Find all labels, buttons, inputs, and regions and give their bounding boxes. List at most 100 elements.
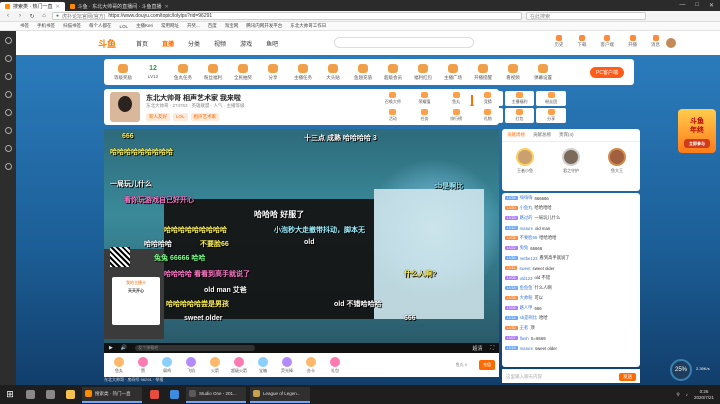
pc-client-button[interactable]: PC客户端 (590, 66, 624, 78)
game-icon[interactable] (4, 145, 12, 152)
gift-item[interactable]: 鱼丸 (110, 356, 128, 374)
room-tag[interactable]: 相声艺术家 (190, 113, 220, 121)
bookmark-item[interactable]: 东北大帅哥工作日 (290, 23, 326, 29)
bookmark-item[interactable]: 常用网址 (161, 23, 179, 29)
chat-username[interactable]: mature (520, 226, 533, 231)
bookmark-item[interactable]: 主播Keri (136, 23, 153, 29)
room-tool[interactable]: 任务 (409, 108, 440, 123)
minimize-button[interactable]: — (679, 2, 685, 9)
chat-username[interactable]: 路过的 (520, 215, 533, 221)
tool-item[interactable]: 主播任务 (292, 63, 314, 81)
recharge-button[interactable]: 充值 (479, 360, 495, 370)
rank-user[interactable]: 君之守护 (562, 148, 580, 174)
tool-item[interactable]: 弹幕设置 (532, 63, 554, 81)
rank-user[interactable]: 鱼大王 (608, 148, 626, 174)
settings-icon[interactable] (4, 163, 12, 170)
browser-tab[interactable]: 斗鱼 · 东北大帅哥的直播间 · 斗鱼直播 ✕ (65, 2, 174, 11)
bookmark-item[interactable]: 书签 (20, 23, 29, 29)
client-button[interactable]: 客户端 (601, 35, 614, 48)
gift-item[interactable]: 宝箱 (254, 356, 272, 374)
back-icon[interactable]: ‹ (4, 13, 12, 19)
video-player[interactable]: 我的主播卡 天天开心 666 十三点 成熟 哈哈哈哈 3 哈哈哈哈哈哈哈哈哈 一… (104, 129, 499, 353)
tool-item[interactable]: 分享 (262, 63, 284, 81)
url-field[interactable]: ● 虎扑论坛官网(官方) https://www.douyu.com/topic… (52, 12, 522, 20)
room-tool[interactable]: 主播福利 (504, 91, 535, 106)
tool-item[interactable]: 开播提醒 (472, 63, 494, 81)
chat-username[interactable]: old123 (520, 276, 533, 281)
site-logo[interactable]: 斗鱼 (98, 37, 116, 50)
chat-input[interactable]: 这里输入聊天内容 (506, 374, 542, 380)
tool-item[interactable]: 大头贴 (322, 63, 344, 81)
send-button[interactable]: 发送 (619, 372, 636, 381)
room-tool[interactable]: 活动 (378, 108, 408, 123)
bookmark-item[interactable]: 开奖... (187, 23, 200, 29)
quality-select[interactable]: 超清 (472, 345, 482, 352)
home-icon[interactable]: ⌂ (40, 13, 48, 19)
chat-username[interactable]: 大帅粉 (520, 295, 533, 301)
danmu-input[interactable]: 发个弹幕吧 (135, 345, 256, 351)
bookmark-item[interactable]: 手机书签 (37, 23, 55, 29)
network-icon[interactable]: ⚲ (676, 392, 679, 398)
tool-item[interactable]: 全民抽奖 (232, 63, 254, 81)
tool-item[interactable]: 鱼丸任务 (172, 63, 194, 81)
tab-total-rank[interactable]: 贡献总榜 (533, 132, 551, 138)
promo-banner[interactable]: 斗鱼 年终 立即参与 (678, 109, 716, 153)
tab-close-icon[interactable]: ✕ (55, 4, 59, 10)
gift-item[interactable]: 火箭 (206, 356, 224, 374)
nav-games[interactable]: 游戏 (240, 39, 252, 48)
chat-username[interactable]: netbe123 (520, 256, 538, 261)
promo-button[interactable]: 立即参与 (684, 139, 710, 148)
tool-item[interactable]: 看视频 (502, 63, 524, 81)
chat-username[interactable]: 小鱼丸 (520, 205, 533, 211)
bookmark-item[interactable]: 腾讯内网开发平台 (246, 23, 282, 29)
mail-icon[interactable] (4, 127, 12, 134)
tool-item[interactable]: 超级会员 (382, 63, 404, 81)
browser-tab-active[interactable]: 搜索类 · 热门一直 ✕ (0, 2, 65, 11)
tool-item[interactable]: 等级奖励 (112, 63, 134, 81)
bookmark-item[interactable]: 淘宝网 (225, 23, 239, 29)
network-monitor-bubble[interactable]: 25% (670, 359, 692, 381)
chat-username[interactable]: flash (520, 336, 529, 341)
gift-item[interactable]: 弱鸡 (158, 356, 176, 374)
maximize-button[interactable]: □ (695, 2, 699, 9)
chat-username[interactable]: 兔兔 (520, 245, 529, 251)
chat-username[interactable]: 路人甲 (520, 305, 533, 311)
bookmark-item[interactable]: LOL (120, 24, 129, 29)
tab-close-icon[interactable]: ✕ (165, 4, 169, 10)
site-search-input[interactable] (334, 37, 474, 48)
history-button[interactable]: 历史 (555, 35, 564, 48)
chat-username[interactable]: sb是啊比 (520, 315, 537, 321)
tool-item[interactable]: 粉丝福利 (202, 63, 224, 81)
nav-fishbar[interactable]: 鱼吧 (266, 39, 278, 48)
room-tag[interactable]: LOL (173, 113, 188, 121)
explorer-icon[interactable] (62, 387, 78, 403)
nav-live[interactable]: 直播 (162, 39, 174, 48)
tab-weekly-rank[interactable]: 贡献周榜 (507, 132, 525, 138)
start-button[interactable]: ⊞ (2, 387, 18, 403)
clock[interactable]: 0:26 2020/7/21 (694, 389, 714, 401)
fullscreen-icon[interactable]: ⛶ (490, 345, 494, 352)
bookmark-item[interactable]: 每个人都在 (89, 23, 112, 29)
tab-vip[interactable]: 贵宾(4) (559, 132, 574, 138)
nav-video[interactable]: 视频 (214, 39, 226, 48)
room-tool[interactable]: 召唤大师 (378, 91, 408, 106)
chat-username[interactable]: mature (520, 346, 533, 351)
gift-item[interactable]: 办卡 (302, 356, 320, 374)
tool-level[interactable]: 12 LV12 (142, 65, 164, 79)
bookmark-item[interactable]: 扫描书签 (63, 23, 81, 29)
chat-username[interactable]: 嗨嗨嗨 (520, 195, 533, 201)
streamer-avatar[interactable] (110, 92, 140, 122)
browser-search-input[interactable]: 在此搜索 (526, 12, 646, 20)
app-icon[interactable] (166, 387, 182, 403)
chat-username[interactable]: 王者 (520, 325, 529, 331)
nav-home[interactable]: 首页 (136, 39, 148, 48)
room-tool[interactable]: 分享 (536, 108, 566, 123)
tool-item[interactable]: 福利红包 (412, 63, 434, 81)
room-tool[interactable]: 排行榜 (441, 108, 471, 123)
room-tool[interactable]: 荣耀值 (409, 91, 440, 106)
taskbar-app[interactable]: Studio One - 201... (186, 386, 246, 403)
room-tool[interactable]: 竞猜 (472, 91, 503, 106)
notes-icon[interactable] (4, 91, 12, 98)
close-window-button[interactable]: ✕ (709, 2, 714, 9)
play-button[interactable]: ▶ (109, 345, 113, 351)
